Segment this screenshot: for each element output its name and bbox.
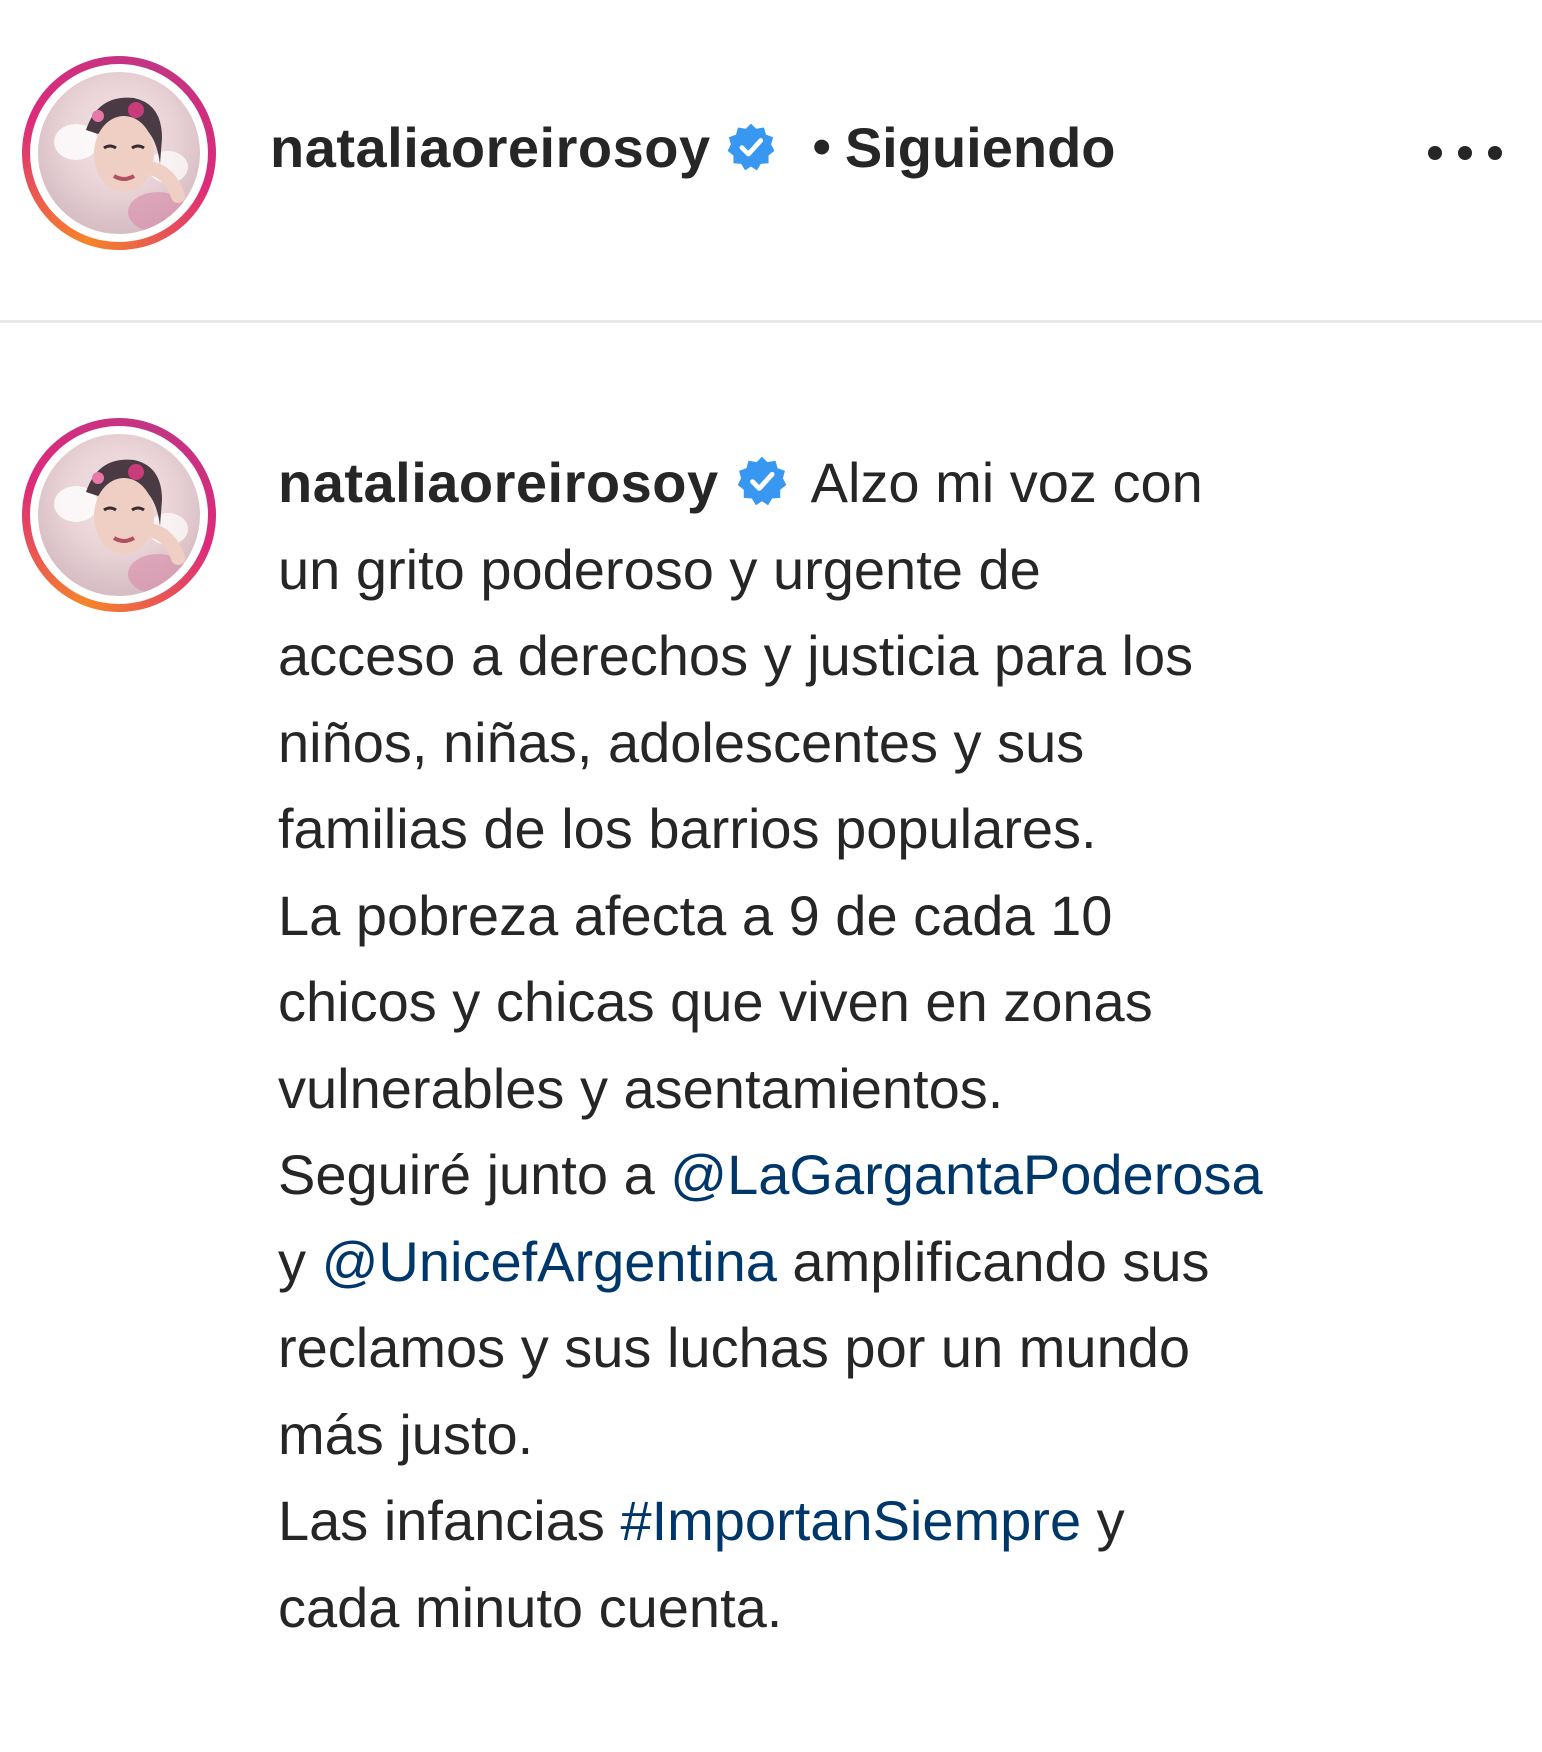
verified-badge-icon <box>727 123 775 171</box>
caption-text-segment: Alzo mi voz con <box>810 451 1203 514</box>
profile-picture-icon <box>54 97 188 232</box>
caption-text-segment: amplificando sus <box>776 1229 1210 1293</box>
caption-line: un grito poderoso y urgente de <box>278 537 1041 601</box>
caption-line: Las infancias #ImportanSiempre y <box>278 1478 1518 1565</box>
caption-avatar[interactable] <box>22 418 216 612</box>
avatar[interactable] <box>22 56 216 250</box>
caption-username[interactable]: nataliaoreirosoy <box>278 451 719 514</box>
header-username[interactable]: nataliaoreirosoy <box>270 115 711 180</box>
verified-badge-icon <box>737 456 786 506</box>
post-header: nataliaoreirosoy • Siguiendo <box>0 0 1542 322</box>
caption-line: vulnerables y asentamientos. <box>278 1056 1004 1120</box>
avatar-photo <box>38 72 200 234</box>
avatar-photo <box>38 434 200 596</box>
caption-text-segment: Las infancias <box>278 1489 621 1552</box>
caption-line: cada minuto cuenta. <box>278 1575 783 1639</box>
caption-text: nataliaoreirosoy Alzo mi voz con un grit… <box>278 440 1518 1651</box>
caption-line: familias de los barrios populares. <box>278 797 1097 860</box>
separator-dot: • <box>812 118 831 176</box>
profile-picture-icon <box>54 459 188 594</box>
caption-line: acceso a derechos y justicia para los <box>278 624 1194 687</box>
caption-text-segment: Seguiré junto a <box>278 1143 671 1206</box>
more-horizontal-icon <box>1428 146 1502 160</box>
mention-lagargantapoderosa[interactable]: @LaGargantaPoderosa <box>670 1143 1262 1206</box>
caption-line: reclamos y sus luchas por un mundo <box>278 1316 1190 1379</box>
caption-line: más justo. <box>278 1402 534 1466</box>
following-button[interactable]: Siguiendo <box>845 115 1116 180</box>
mention-unicefargentina[interactable]: @UnicefArgentina <box>322 1230 777 1293</box>
header-divider <box>0 320 1542 323</box>
caption-line: nataliaoreirosoy Alzo mi voz con <box>278 440 1518 527</box>
caption-line: chicos y chicas que viven en zonas <box>278 970 1153 1033</box>
more-options-button[interactable] <box>1410 128 1520 178</box>
hashtag-importansiempre[interactable]: #ImportanSiempre <box>620 1489 1081 1552</box>
header-row: nataliaoreirosoy • Siguiendo <box>270 112 1115 182</box>
caption-line: niños, niñas, adolescentes y sus <box>278 710 1085 774</box>
caption-text-segment: y <box>278 1229 322 1293</box>
caption-line: Seguiré junto a @LaGargantaPoderosa <box>278 1132 1518 1219</box>
caption-line: La pobreza afecta a 9 de cada 10 <box>278 883 1113 947</box>
caption-line: y @UnicefArgentina amplificando sus <box>278 1219 1518 1306</box>
caption-text-segment: y <box>1081 1489 1125 1552</box>
